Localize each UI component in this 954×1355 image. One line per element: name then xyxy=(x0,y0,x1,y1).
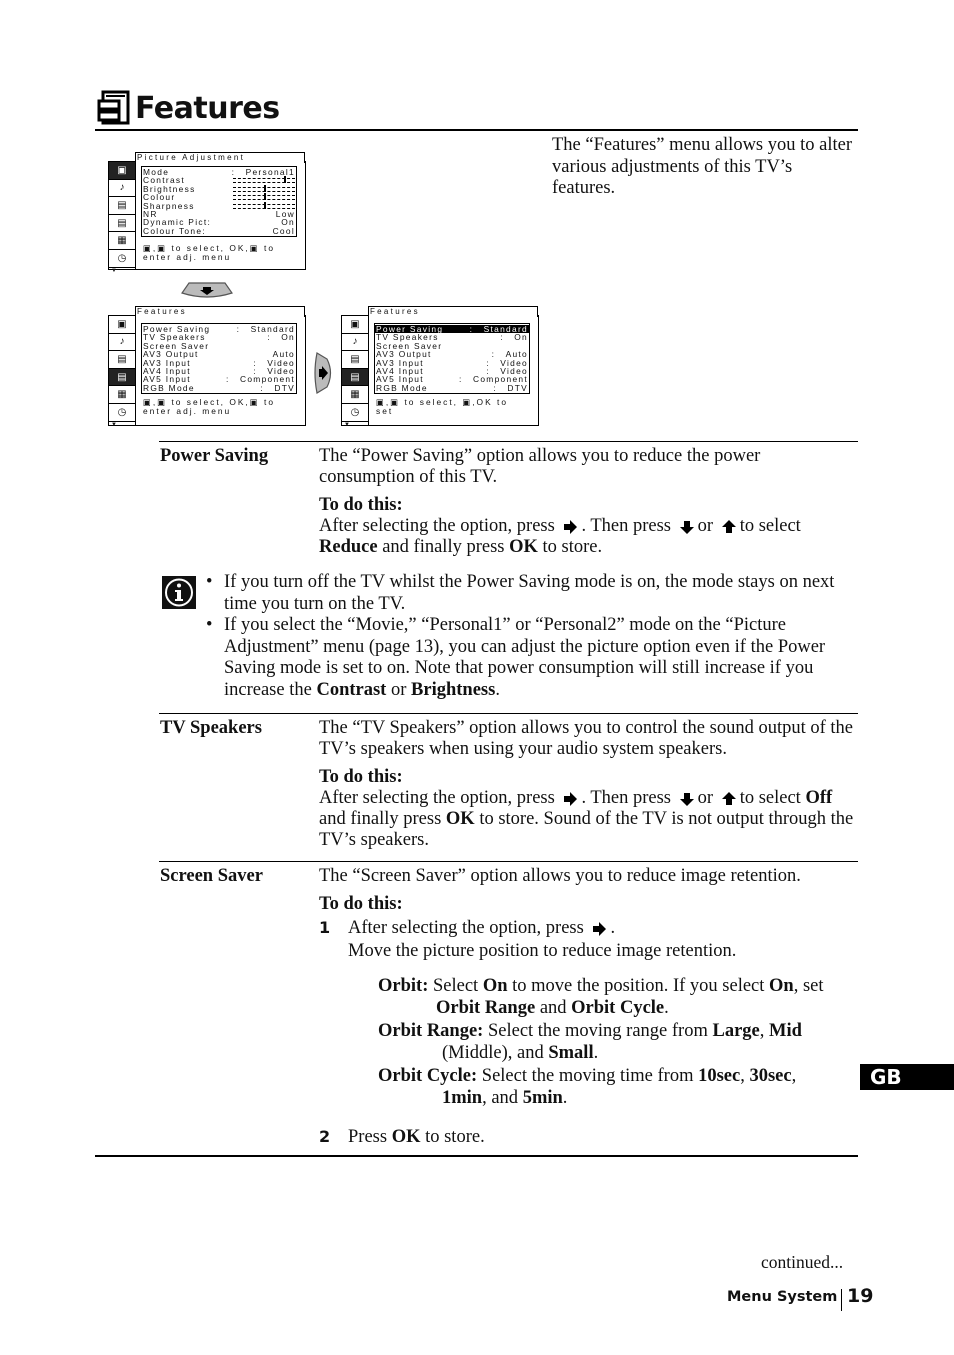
title-text: Features xyxy=(135,90,280,126)
level-bar[interactable] xyxy=(233,193,295,201)
screen-icon: ▤ xyxy=(109,197,135,215)
power-saving-description: The “Power Saving” option allows you to … xyxy=(319,446,801,557)
info-icon xyxy=(162,576,196,609)
features-icon: ▤ xyxy=(109,368,135,387)
screen-footer: ▣,▣ to select, OK,▣ to enter adj. menu xyxy=(143,243,275,262)
level-knob[interactable] xyxy=(264,184,266,192)
picture-adjustment-screen: Picture Adjustment ▣ ♪ ▤ ▤ ▦ ◷ ▼ Mode: Pe… xyxy=(108,152,306,274)
level-knob[interactable] xyxy=(264,193,266,201)
screen-sidebar: ▣ ♪ ▤ ▤ ▦ ◷ ▼ xyxy=(342,316,369,428)
timer-icon: ◷ xyxy=(109,404,135,422)
page-title: Features xyxy=(97,88,280,128)
features-screen-overview: Features ▣ ♪ ▤ ▤ ▦ ◷ ▼ Power Saving: Stan… xyxy=(108,306,306,428)
menu-list: Mode: Personal1 Contrast Brightness Colou… xyxy=(141,166,297,238)
bottom-rule xyxy=(95,1155,858,1157)
orbit-option: Orbit: Select On to move the position. I… xyxy=(378,976,824,996)
picture-icon: ▣ xyxy=(109,316,135,334)
down-arrow-icon xyxy=(679,792,694,806)
language-tab: GB xyxy=(860,1064,954,1090)
menu-list: Power Saving: Standard TV Speakers: On Scr… xyxy=(374,323,530,395)
screen-icon: ▤ xyxy=(342,351,368,369)
menu-row: Sharpness xyxy=(142,201,296,210)
step-2: 2 Press OK to store. xyxy=(319,1127,485,1147)
step-1: 1 After selecting the option, press . Mov… xyxy=(319,918,737,961)
tv-speakers-description: The “TV Speakers” option allows you to c… xyxy=(319,718,854,850)
orbit-options: Orbit: Select On to move the position. I… xyxy=(378,975,858,1109)
screen-title: Features xyxy=(135,306,305,317)
screen-saver-description: The “Screen Saver” option allows you to … xyxy=(319,866,859,962)
remote-right-button-icon xyxy=(314,352,332,394)
title-rule xyxy=(95,129,858,131)
picture-icon: ▣ xyxy=(342,316,368,334)
footer-divider xyxy=(841,1289,842,1311)
more-indicator-icon: ▼ xyxy=(111,267,117,274)
screen-title: Features xyxy=(368,306,538,317)
right-arrow-icon xyxy=(564,519,578,534)
note-item: If you turn off the TV whilst the Power … xyxy=(204,572,859,615)
note-list: If you turn off the TV whilst the Power … xyxy=(204,572,859,701)
intro-text: The “Features” menu allows you to alter … xyxy=(552,135,853,198)
sound-icon: ♪ xyxy=(109,334,135,352)
sound-icon: ♪ xyxy=(109,180,135,198)
more-indicator-icon: ▼ xyxy=(111,421,117,428)
timer-icon: ◷ xyxy=(342,404,368,422)
screen-footer: ▣,▣ to select, OK,▣ to enter adj. menu xyxy=(143,397,275,416)
orbit-range-option: Orbit Range: Select the moving range fro… xyxy=(378,1021,802,1041)
features-icon: ▤ xyxy=(109,215,135,233)
up-arrow-icon xyxy=(721,791,736,805)
screen-sidebar: ▣ ♪ ▤ ▤ ▦ ◷ ▼ xyxy=(109,162,136,274)
page-number: 19 xyxy=(847,1285,874,1307)
section-divider xyxy=(159,713,858,714)
menu-row: RGB Mode: DTV xyxy=(376,382,528,393)
menu-row: Colour Tone: Cool xyxy=(143,225,295,236)
features-cabinet-icon xyxy=(97,90,130,125)
down-arrow-icon xyxy=(679,520,694,534)
screen-sidebar: ▣ ♪ ▤ ▤ ▦ ◷ ▼ xyxy=(109,316,136,428)
sound-icon: ♪ xyxy=(342,334,368,352)
right-arrow-icon xyxy=(593,921,607,936)
level-bar[interactable] xyxy=(233,184,295,192)
section-divider xyxy=(159,441,858,442)
right-arrow-icon xyxy=(564,791,578,806)
level-knob[interactable] xyxy=(284,176,287,184)
continued-text: continued... xyxy=(761,1252,844,1272)
term-screen-saver: Screen Saver xyxy=(160,866,263,886)
picture-icon: ▣ xyxy=(109,162,135,180)
menu-list: Power Saving: Standard TV Speakers: On Scr… xyxy=(141,323,297,395)
term-tv-speakers: TV Speakers xyxy=(160,718,262,738)
term-power-saving: Power Saving xyxy=(160,446,269,466)
timer-icon: ◷ xyxy=(109,250,135,268)
setup-icon: ▦ xyxy=(342,386,368,404)
level-bar[interactable] xyxy=(233,201,295,209)
more-indicator-icon: ▼ xyxy=(344,421,350,428)
up-arrow-icon xyxy=(721,519,736,533)
setup-icon: ▦ xyxy=(109,232,135,250)
menu-row: RGB Mode: DTV xyxy=(143,382,295,393)
setup-icon: ▦ xyxy=(109,386,135,404)
level-knob[interactable] xyxy=(264,201,266,209)
orbit-cycle-option: Orbit Cycle: Select the moving time from… xyxy=(378,1066,797,1086)
level-bar[interactable] xyxy=(233,176,295,184)
screen-footer: ▣,▣ to select, ▣,OK to set xyxy=(376,397,508,416)
remote-down-button-icon xyxy=(181,282,233,298)
note-item: If you select the “Movie,” “Personal1” o… xyxy=(204,615,859,701)
screen-icon: ▤ xyxy=(109,351,135,369)
features-icon: ▤ xyxy=(342,368,368,387)
screen-title: Picture Adjustment xyxy=(135,152,305,163)
footer-section: Menu System xyxy=(727,1289,838,1305)
features-screen-selected: Features ▣ ♪ ▤ ▤ ▦ ◷ ▼ Power Saving: Stan… xyxy=(341,306,539,428)
section-divider xyxy=(159,861,858,862)
